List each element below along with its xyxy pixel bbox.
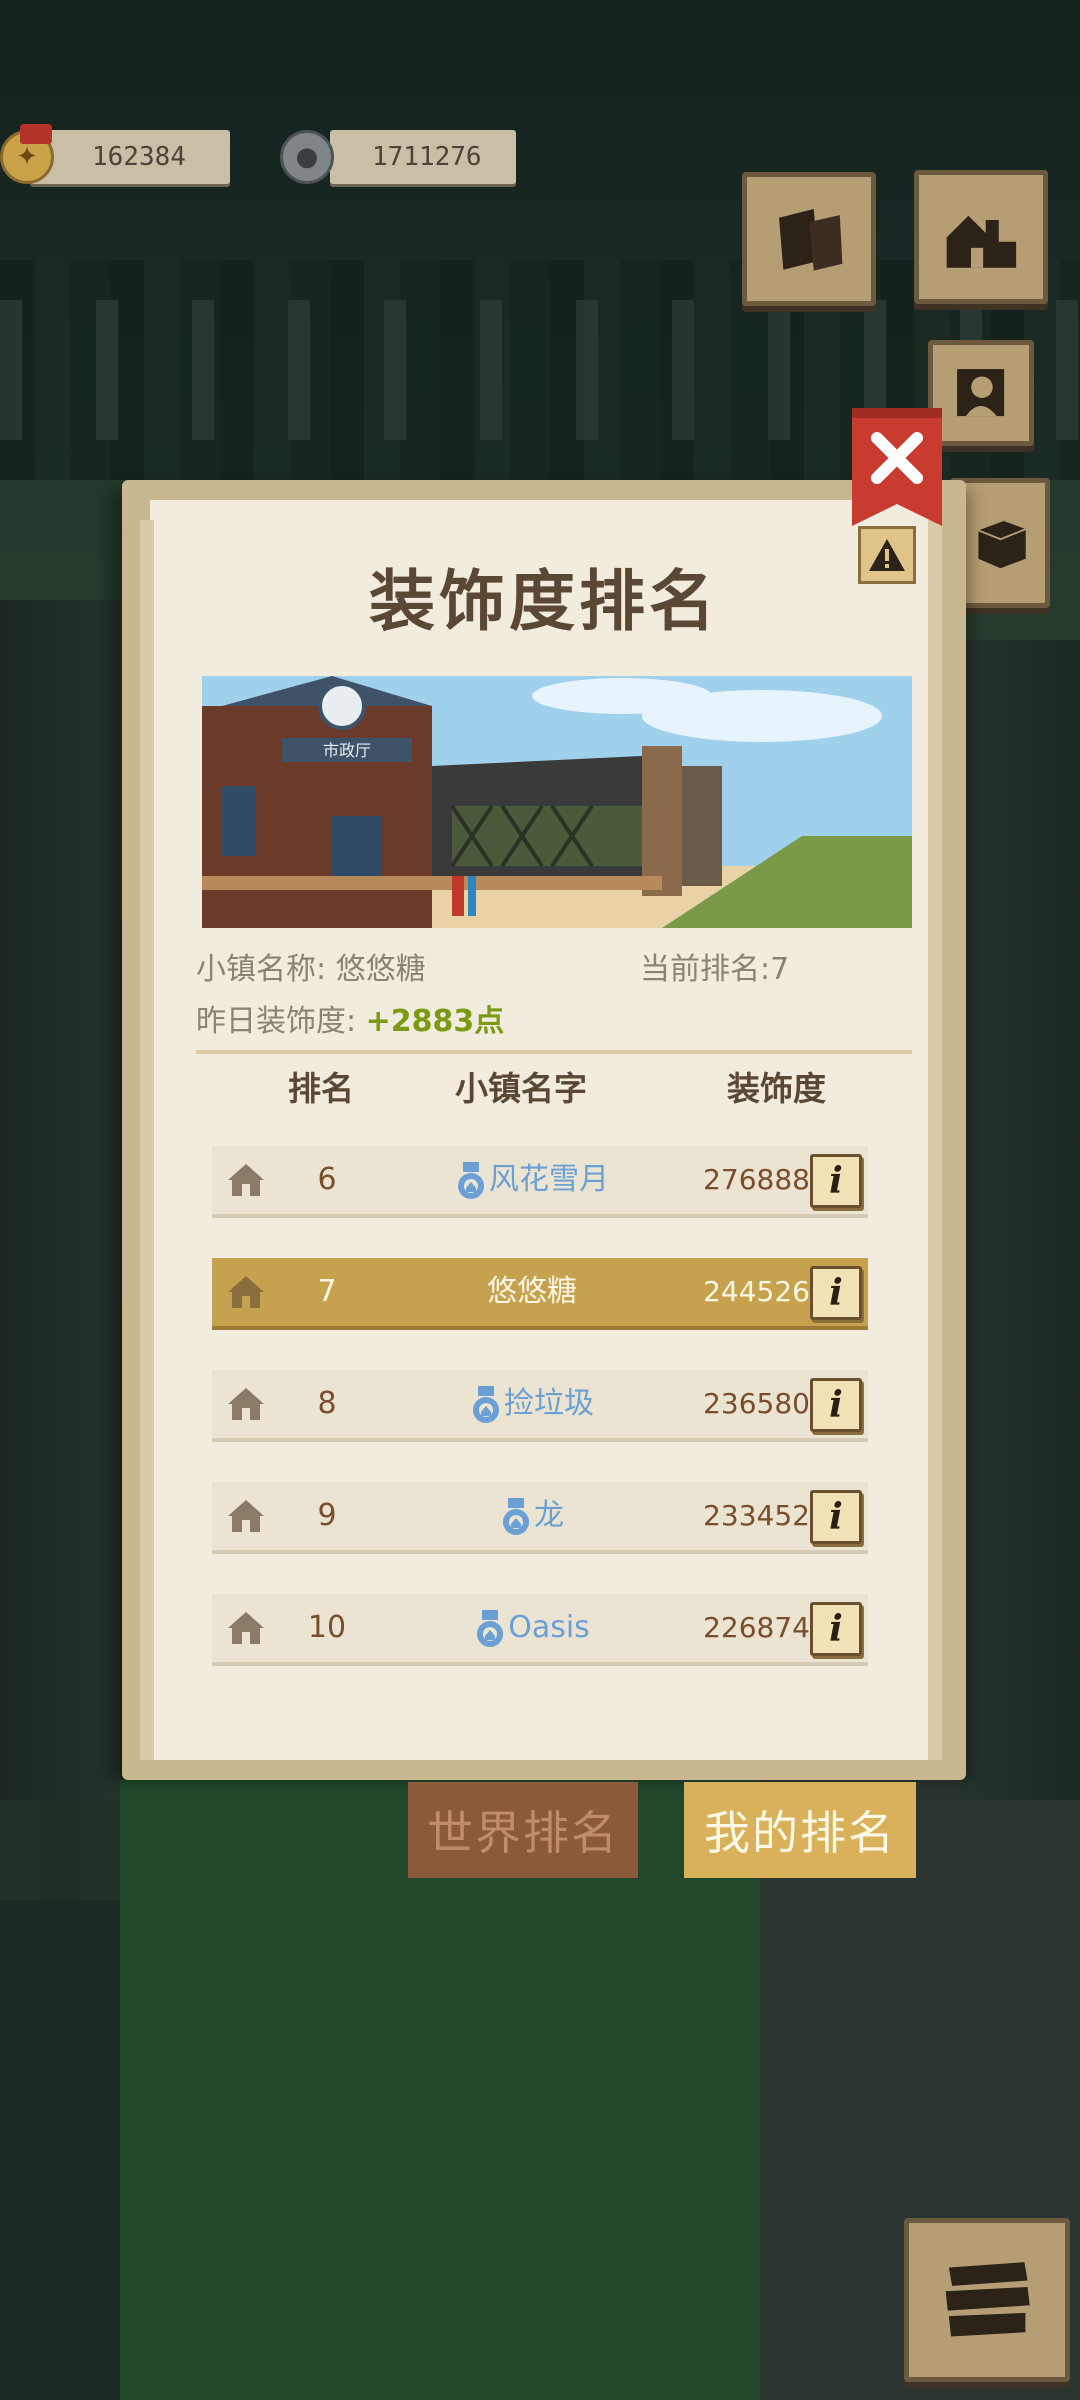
tab-my-ranking[interactable]: 我的排名 bbox=[684, 1782, 916, 1878]
town-name-info: 小镇名称: 悠悠糖 bbox=[196, 952, 426, 987]
row-rank: 10 bbox=[307, 1610, 347, 1645]
row-rank: 9 bbox=[317, 1498, 337, 1533]
panel-title: 装饰度排名 bbox=[369, 563, 719, 640]
scroll-button[interactable] bbox=[742, 172, 876, 306]
house-icon bbox=[228, 1612, 264, 1644]
close-button[interactable] bbox=[850, 408, 944, 528]
row-info-button[interactable]: i bbox=[810, 1378, 862, 1432]
house-icon bbox=[228, 1500, 264, 1532]
table-row[interactable]: 10 Oasis 226874 i bbox=[212, 1594, 868, 1662]
row-decoration-score: 236580 bbox=[703, 1387, 810, 1420]
report-button[interactable] bbox=[858, 526, 916, 584]
close-icon bbox=[852, 408, 942, 526]
row-town-name: Oasis bbox=[422, 1594, 642, 1662]
row-town-name: 捡垃圾 bbox=[422, 1370, 642, 1438]
stone-value: 1711276 bbox=[372, 142, 482, 172]
row-rank: 7 bbox=[317, 1274, 337, 1309]
house-icon bbox=[228, 1388, 264, 1420]
house-icon bbox=[228, 1164, 264, 1196]
town-badge-icon bbox=[473, 1385, 499, 1423]
yesterday-decoration-info: 昨日装饰度: +2883点 bbox=[196, 996, 504, 1040]
panel-edge-right bbox=[928, 520, 942, 1760]
town-badge-icon bbox=[503, 1497, 529, 1535]
house-button[interactable] bbox=[914, 170, 1048, 304]
table-row[interactable]: 6 风花雪月 276888 i bbox=[212, 1146, 868, 1214]
divider bbox=[196, 1050, 912, 1054]
house-icon bbox=[228, 1276, 264, 1308]
row-rank: 6 bbox=[317, 1162, 337, 1197]
left-scenery bbox=[0, 600, 120, 1800]
yesterday-label: 昨日装饰度: bbox=[196, 1004, 366, 1039]
row-info-button[interactable]: i bbox=[810, 1602, 862, 1656]
menu-button[interactable] bbox=[904, 2218, 1070, 2382]
stone-icon: ● bbox=[280, 130, 334, 184]
box-icon bbox=[977, 520, 1026, 569]
table-row[interactable]: 7 悠悠糖 244526 i bbox=[212, 1258, 868, 1326]
scroll-icon bbox=[778, 208, 842, 271]
row-name-text: Oasis bbox=[508, 1610, 590, 1645]
row-name-text: 悠悠糖 bbox=[487, 1274, 577, 1309]
house-icon bbox=[946, 215, 1016, 268]
tab-world-ranking[interactable]: 世界排名 bbox=[408, 1782, 638, 1878]
column-header-rank: 排名 bbox=[288, 1069, 354, 1108]
row-name-text: 风花雪月 bbox=[489, 1162, 609, 1197]
town-preview-image: 市政厅 bbox=[202, 676, 912, 928]
row-decoration-score: 233452 bbox=[703, 1499, 810, 1532]
column-header-decoration: 装饰度 bbox=[727, 1069, 826, 1108]
town-badge-icon bbox=[458, 1161, 484, 1199]
table-row[interactable]: 8 捡垃圾 236580 i bbox=[212, 1370, 868, 1438]
stack-menu-icon bbox=[946, 2262, 1031, 2337]
town-badge-icon bbox=[477, 1609, 504, 1647]
row-decoration-score: 244526 bbox=[703, 1275, 810, 1308]
row-info-button[interactable]: i bbox=[810, 1154, 862, 1208]
panel-edge-left bbox=[140, 520, 154, 1760]
row-info-button[interactable]: i bbox=[810, 1266, 862, 1320]
current-rank-info: 当前排名:7 bbox=[640, 952, 790, 987]
row-decoration-score: 276888 bbox=[703, 1163, 810, 1196]
row-town-name: 龙 bbox=[422, 1482, 642, 1550]
gold-value: 162384 bbox=[92, 142, 186, 172]
warning-icon bbox=[869, 539, 905, 571]
table-row[interactable]: 9 龙 233452 i bbox=[212, 1482, 868, 1550]
stone-counter: 1711276 bbox=[330, 130, 516, 184]
column-header-name: 小镇名字 bbox=[455, 1069, 587, 1108]
row-name-text: 捡垃圾 bbox=[504, 1386, 594, 1421]
yesterday-value: +2883点 bbox=[365, 1004, 505, 1039]
row-name-text: 龙 bbox=[534, 1498, 564, 1533]
right-scenery bbox=[960, 640, 1080, 1800]
row-info-button[interactable]: i bbox=[810, 1490, 862, 1544]
medal-ribbon-icon bbox=[20, 124, 52, 144]
row-town-name: 悠悠糖 bbox=[422, 1258, 642, 1326]
portrait-icon bbox=[957, 369, 1005, 417]
row-decoration-score: 226874 bbox=[703, 1611, 810, 1644]
row-rank: 8 bbox=[317, 1386, 337, 1421]
row-town-name: 风花雪月 bbox=[422, 1146, 642, 1214]
gold-counter: 162384 bbox=[30, 130, 230, 184]
svg-text:市政厅: 市政厅 bbox=[323, 741, 371, 760]
